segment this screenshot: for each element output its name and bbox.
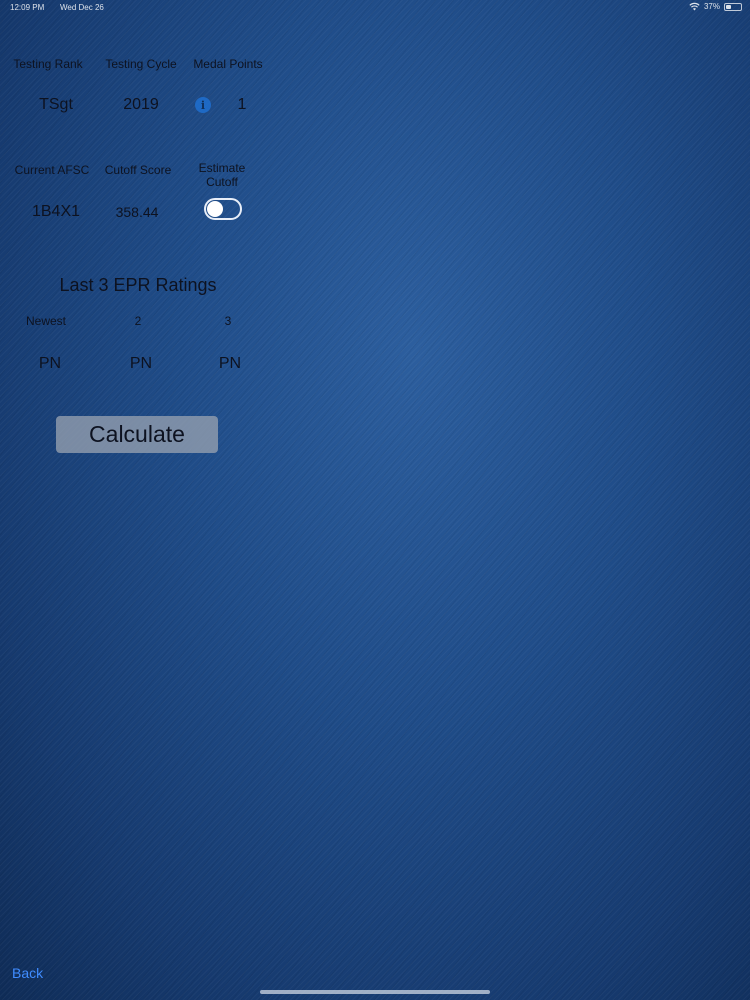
back-button[interactable]: Back xyxy=(12,965,43,981)
toggle-knob xyxy=(207,201,223,217)
epr-header-newest: Newest xyxy=(25,314,67,328)
info-icon[interactable]: i xyxy=(195,97,211,113)
estimate-cutoff-toggle[interactable] xyxy=(204,198,242,220)
epr-section-title: Last 3 EPR Ratings xyxy=(59,275,217,295)
medal-points-label: Medal Points xyxy=(193,57,263,71)
epr-rating-newest-picker[interactable]: PN xyxy=(39,355,61,373)
estimate-cutoff-label: Estimate Cutoff xyxy=(199,161,246,189)
wifi-icon xyxy=(689,2,700,11)
medal-points-picker[interactable]: 1 xyxy=(238,96,247,114)
current-afsc-picker[interactable]: 1B4X1 xyxy=(32,203,80,221)
testing-rank-label: Testing Rank xyxy=(13,57,83,71)
testing-cycle-picker[interactable]: 2019 xyxy=(123,96,159,114)
cutoff-score-label: Cutoff Score xyxy=(104,163,172,177)
current-afsc-label: Current AFSC xyxy=(14,163,90,177)
testing-rank-picker[interactable]: TSgt xyxy=(39,96,73,114)
battery-icon xyxy=(724,2,742,11)
cutoff-score-value[interactable]: 358.44 xyxy=(116,204,159,220)
testing-cycle-label: Testing Cycle xyxy=(105,57,177,71)
estimate-label-line2: Cutoff xyxy=(206,175,238,189)
calculate-button[interactable]: Calculate xyxy=(56,416,218,453)
epr-rating-3-picker[interactable]: PN xyxy=(219,355,241,373)
epr-header-3: 3 xyxy=(224,314,232,328)
epr-header-2: 2 xyxy=(134,314,142,328)
estimate-label-line1: Estimate xyxy=(198,161,246,175)
status-time: 12:09 PM xyxy=(10,3,45,12)
home-indicator[interactable] xyxy=(260,990,490,994)
epr-rating-2-picker[interactable]: PN xyxy=(130,355,152,373)
battery-percent: 37% xyxy=(703,2,720,11)
status-indicators: 37% xyxy=(689,2,742,11)
status-date: Wed Dec 26 xyxy=(60,3,104,12)
